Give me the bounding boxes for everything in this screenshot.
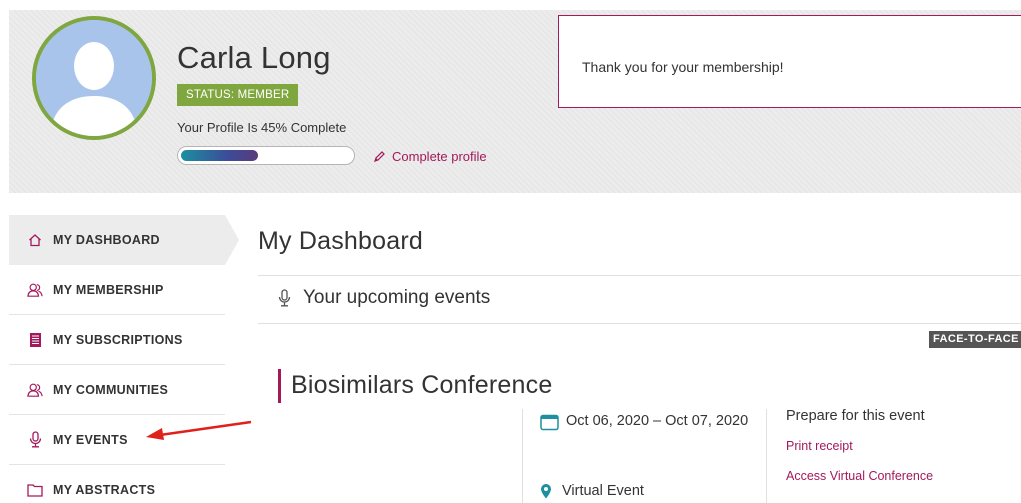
upcoming-events-heading: Your upcoming events bbox=[278, 287, 490, 309]
sidebar-item-dashboard[interactable]: MY DASHBOARD bbox=[9, 215, 239, 265]
sidebar-item-label: MY COMMUNITIES bbox=[53, 382, 169, 397]
profile-progress-bar bbox=[177, 146, 355, 165]
calendar-icon bbox=[540, 414, 559, 431]
event-title: Biosimilars Conference bbox=[291, 371, 553, 399]
print-receipt-link[interactable]: Print receipt bbox=[786, 439, 853, 453]
folder-icon bbox=[27, 482, 43, 498]
sidebar-item-label: MY MEMBERSHIP bbox=[53, 282, 164, 297]
user-name: Carla Long bbox=[177, 40, 331, 75]
user-silhouette-icon bbox=[36, 20, 152, 136]
event-title-accent-bar bbox=[278, 369, 281, 403]
profile-progress-fill bbox=[181, 150, 258, 161]
event-type-badge: FACE-TO-FACE bbox=[929, 331, 1021, 348]
divider bbox=[258, 323, 1021, 324]
page-title: My Dashboard bbox=[258, 227, 423, 255]
location-pin-icon bbox=[541, 484, 551, 499]
avatar bbox=[32, 16, 156, 140]
event-location: Virtual Event bbox=[540, 483, 644, 499]
microphone-icon bbox=[278, 289, 291, 307]
pencil-icon bbox=[374, 151, 385, 162]
users-icon bbox=[27, 282, 43, 298]
event-dates: Oct 06, 2020 – Oct 07, 2020 bbox=[540, 413, 760, 431]
sidebar-item-membership[interactable]: MY MEMBERSHIP bbox=[9, 265, 225, 315]
home-icon bbox=[27, 232, 43, 248]
event-dates-text: Oct 06, 2020 – Oct 07, 2020 bbox=[566, 413, 749, 429]
sidebar-item-subscriptions[interactable]: MY SUBSCRIPTIONS bbox=[9, 315, 225, 365]
membership-message-box: Thank you for your membership! bbox=[558, 15, 1021, 108]
divider bbox=[258, 275, 1021, 276]
sidebar-item-label: MY SUBSCRIPTIONS bbox=[53, 332, 183, 347]
sidebar-item-abstracts[interactable]: MY ABSTRACTS bbox=[9, 465, 225, 503]
sidebar-nav: MY DASHBOARD MY MEMBERSHIP MY SUBSCRIPTI… bbox=[9, 215, 239, 503]
document-icon bbox=[27, 332, 43, 348]
upcoming-events-label: Your upcoming events bbox=[303, 287, 491, 308]
users-icon bbox=[27, 382, 43, 398]
sidebar-item-label: MY DASHBOARD bbox=[53, 233, 160, 247]
divider bbox=[522, 409, 523, 503]
microphone-icon bbox=[27, 431, 43, 448]
membership-message: Thank you for your membership! bbox=[582, 59, 784, 75]
sidebar-item-label: MY EVENTS bbox=[53, 432, 128, 447]
sidebar-item-communities[interactable]: MY COMMUNITIES bbox=[9, 365, 225, 415]
complete-profile-link[interactable]: Complete profile bbox=[373, 149, 487, 164]
divider bbox=[766, 409, 767, 503]
annotation-arrow-icon bbox=[146, 420, 252, 440]
profile-header: Carla Long STATUS: MEMBER Your Profile I… bbox=[9, 10, 1021, 193]
prepare-heading: Prepare for this event bbox=[786, 408, 925, 424]
access-virtual-conference-link[interactable]: Access Virtual Conference bbox=[786, 469, 933, 483]
event-location-text: Virtual Event bbox=[562, 483, 644, 499]
status-badge: STATUS: MEMBER bbox=[177, 84, 299, 106]
profile-completeness-text: Your Profile Is 45% Complete bbox=[177, 120, 347, 135]
complete-profile-label: Complete profile bbox=[392, 149, 487, 164]
sidebar-item-label: MY ABSTRACTS bbox=[53, 482, 156, 497]
